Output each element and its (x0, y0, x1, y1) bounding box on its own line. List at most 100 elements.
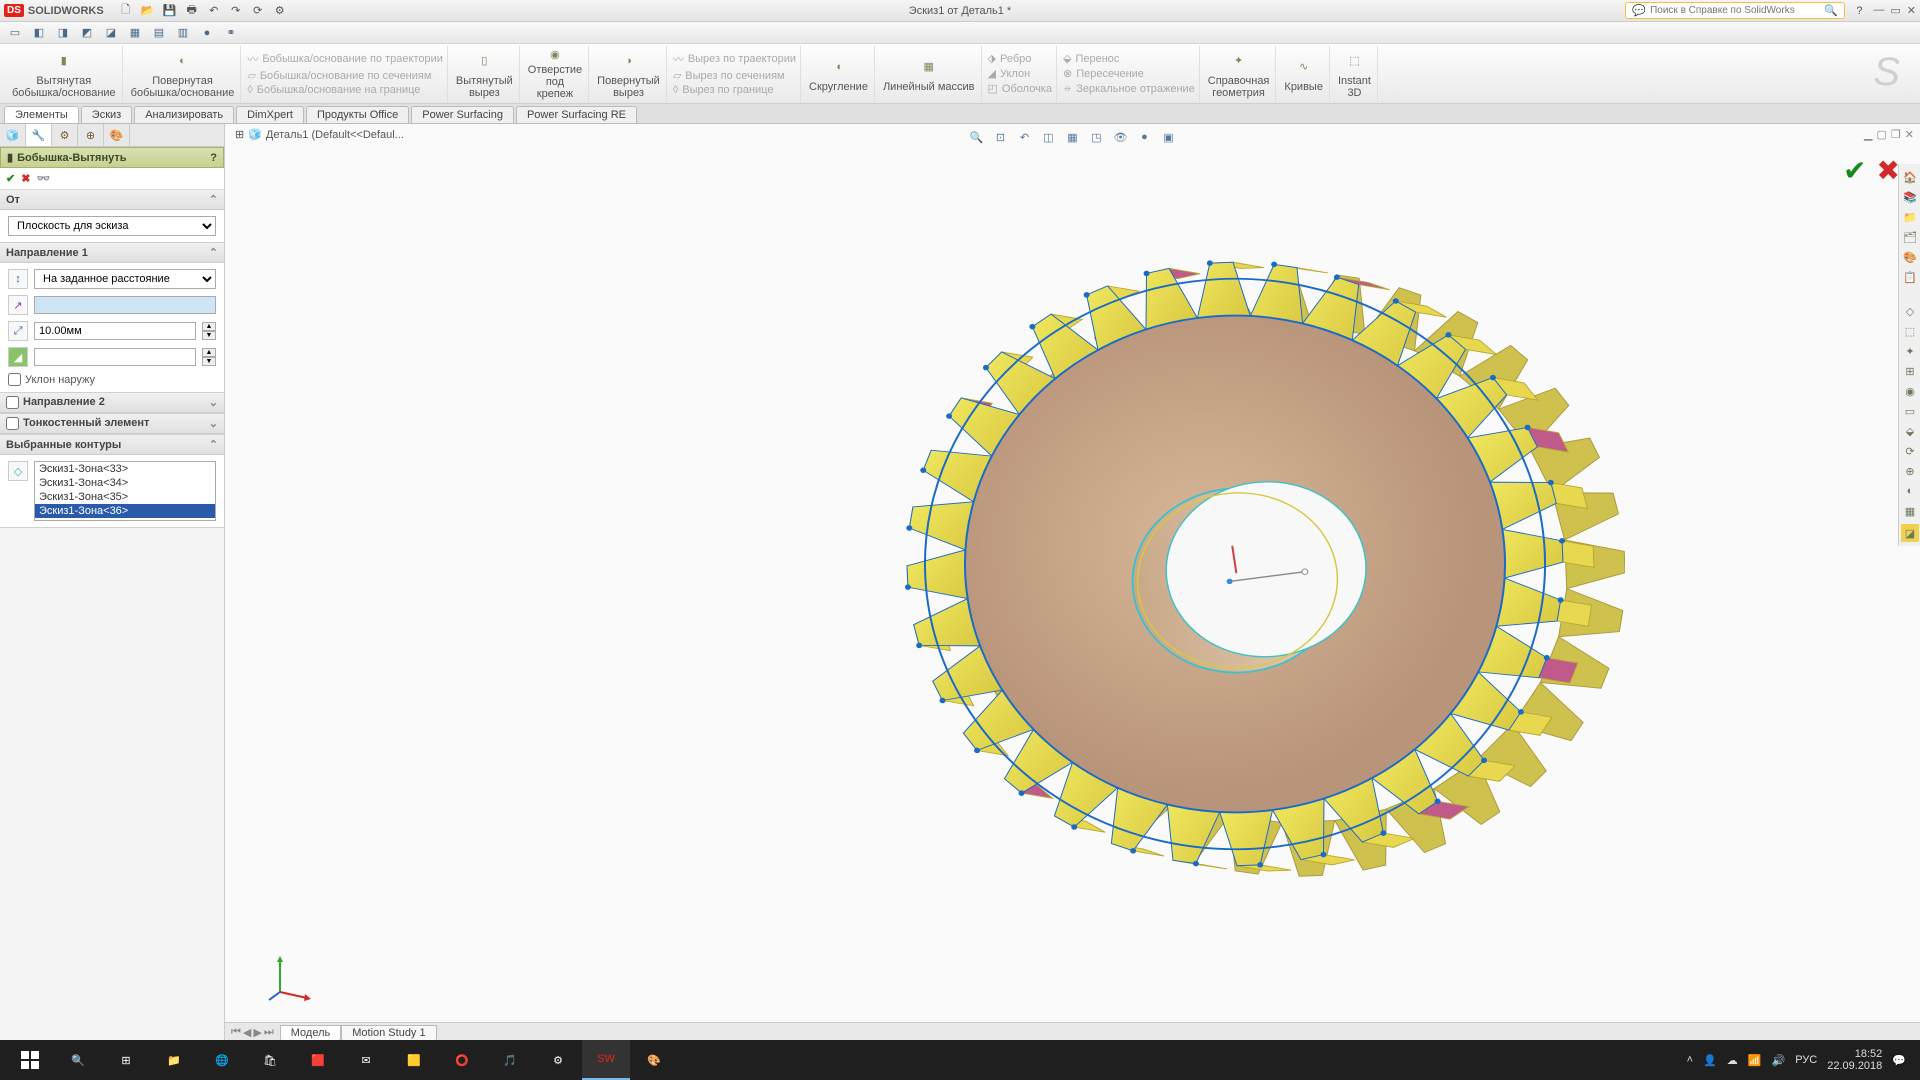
vp-restore-icon[interactable]: ❐ (1891, 128, 1901, 141)
boundary-button[interactable]: ◊Бобышка/основание на границе (247, 83, 420, 97)
save-icon[interactable]: 💾 (160, 2, 180, 20)
prev-icon[interactable]: ◀ (243, 1026, 251, 1039)
tab-office[interactable]: Продукты Office (306, 106, 409, 123)
feature-tree-tab[interactable]: 🧊 (0, 124, 26, 146)
appearance-icon[interactable]: ● (1135, 128, 1155, 146)
wifi-icon[interactable]: 📶 (1748, 1054, 1762, 1067)
tool7-icon[interactable]: ⬙ (1901, 422, 1919, 440)
edge-icon[interactable]: 🌐 (198, 1040, 246, 1080)
rebuild-icon[interactable]: ⟳ (248, 2, 268, 20)
next-icon[interactable]: ▶ (253, 1026, 261, 1039)
cube4-icon[interactable]: ◪ (102, 24, 120, 42)
view-palette-icon[interactable]: 🗂 (1901, 228, 1919, 246)
pattern-button[interactable]: ▦ Линейный массив (877, 46, 982, 102)
list-item[interactable]: Эскиз1-Зона<34> (35, 476, 215, 490)
appearance-tab[interactable]: 🎨 (104, 124, 130, 146)
help-search[interactable]: 💬 🔍 (1625, 2, 1845, 19)
explorer-icon[interactable]: 📁 (150, 1040, 198, 1080)
depth-input[interactable] (34, 322, 196, 340)
itunes-icon[interactable]: 🎵 (486, 1040, 534, 1080)
rib-button[interactable]: ⬗Ребро (988, 51, 1032, 66)
wrap-button[interactable]: ⬙Перенос (1063, 51, 1119, 66)
fillet-button[interactable]: ◖ Скругление (803, 46, 875, 102)
last-icon[interactable]: ⏭ (264, 1026, 274, 1039)
cube2-icon[interactable]: ◨ (54, 24, 72, 42)
tool3-icon[interactable]: ✦ (1901, 342, 1919, 360)
yandex2-icon[interactable]: 🟨 (390, 1040, 438, 1080)
curves-button[interactable]: ∿ Кривые (1278, 46, 1330, 102)
tool6-icon[interactable]: ▭ (1901, 402, 1919, 420)
cut-extrude-button[interactable]: ▯ Вытянутый вырез (450, 46, 520, 102)
new-icon[interactable]: 🗋 (116, 2, 136, 20)
cube7-icon[interactable]: ▥ (174, 24, 192, 42)
tool2-icon[interactable]: ⬚ (1901, 322, 1919, 340)
instant3d-button[interactable]: ⬚ Instant 3D (1332, 46, 1378, 102)
tab-model[interactable]: Модель (280, 1025, 341, 1041)
list-item[interactable]: Эскиз1-Зона<36> (35, 504, 215, 518)
draft-outward-check[interactable]: Уклон наружу (8, 373, 216, 386)
print-icon[interactable]: 🖶 (182, 2, 202, 20)
cut-loft-button[interactable]: ▱Вырез по сечениям (673, 68, 785, 83)
tool-last-icon[interactable]: ◪ (1901, 524, 1919, 542)
file-explorer-icon[interactable]: 📁 (1901, 208, 1919, 226)
config-tab[interactable]: ⚙ (52, 124, 78, 146)
lang-indicator[interactable]: РУС (1795, 1054, 1817, 1066)
tool10-icon[interactable]: ◐ (1901, 482, 1919, 500)
restore-icon[interactable]: ▭ (1890, 4, 1900, 17)
section-direction1[interactable]: Направление 1⌃ (0, 243, 224, 263)
cube1-icon[interactable]: ◧ (30, 24, 48, 42)
tray-chevron-icon[interactable]: ˄ (1687, 1054, 1693, 1066)
tool11-icon[interactable]: ▦ (1901, 502, 1919, 520)
tab-dimxpert[interactable]: DimXpert (236, 106, 304, 123)
dimxpert-tab[interactable]: ⊕ (78, 124, 104, 146)
chrome-icon[interactable]: ⭕ (438, 1040, 486, 1080)
paint-icon[interactable]: 🎨 (630, 1040, 678, 1080)
cut-revolve-button[interactable]: ◑ Повернутый вырез (591, 46, 667, 102)
people-icon[interactable]: 👤 (1703, 1054, 1717, 1067)
search-taskbar-icon[interactable]: 🔍 (54, 1040, 102, 1080)
taskview-icon[interactable]: ⊞ (102, 1040, 150, 1080)
search-icon[interactable]: 🔍 (1824, 4, 1838, 17)
zoom-fit-icon[interactable]: 🔍 (967, 128, 987, 146)
zoom-area-icon[interactable]: ⊡ (991, 128, 1011, 146)
store-icon[interactable]: 🛍 (246, 1040, 294, 1080)
close-icon[interactable]: ✕ (1907, 4, 1916, 17)
tool8-icon[interactable]: ⟳ (1901, 442, 1919, 460)
list-item[interactable]: Эскиз1-Зона<35> (35, 490, 215, 504)
volume-icon[interactable]: 🔊 (1772, 1054, 1786, 1067)
section-contours[interactable]: Выбранные контуры⌃ (0, 435, 224, 455)
help-icon[interactable]: ? (1849, 2, 1869, 20)
start-button[interactable] (6, 1040, 54, 1080)
first-icon[interactable]: ⏮ (231, 1026, 241, 1039)
orientation-triad[interactable] (265, 952, 315, 1002)
tool4-icon[interactable]: ⊞ (1901, 362, 1919, 380)
cube3-icon[interactable]: ◩ (78, 24, 96, 42)
cancel-button[interactable]: ✖ (21, 172, 30, 185)
clock[interactable]: 18:5222.09.2018 (1827, 1048, 1882, 1072)
tab-powersurfacing[interactable]: Power Surfacing (411, 106, 514, 123)
depth-spinner[interactable]: ▲▼ (202, 322, 216, 340)
graphics-viewport[interactable]: ⊞ 🧊 Деталь1 (Default<<Defaul... 🔍 ⊡ ↶ ◫ … (225, 124, 1920, 1042)
prev-view-icon[interactable]: ↶ (1015, 128, 1035, 146)
cube6-icon[interactable]: ▤ (150, 24, 168, 42)
from-select[interactable]: Плоскость для эскиза (8, 216, 216, 236)
settings-icon[interactable]: ⚙ (534, 1040, 582, 1080)
minimize-icon[interactable]: — (1873, 4, 1884, 17)
hide-show-icon[interactable]: 👁 (1111, 128, 1131, 146)
hole-wizard-button[interactable]: ◉ Отверстие под крепеж (522, 46, 589, 102)
scene-icon[interactable]: ▣ (1159, 128, 1179, 146)
options-icon[interactable]: ⚙ (270, 2, 290, 20)
vp-max-icon[interactable]: ▢ (1877, 128, 1887, 141)
vp-min-icon[interactable]: ▁ (1864, 128, 1872, 141)
reverse-direction-icon[interactable]: ↕ (8, 269, 28, 289)
cut-boundary-button[interactable]: ◊Вырез по границе (673, 83, 774, 97)
section-view-icon[interactable]: ◫ (1039, 128, 1059, 146)
yandex-icon[interactable]: 🟥 (294, 1040, 342, 1080)
tab-sketch[interactable]: Эскиз (81, 106, 132, 123)
mail-icon[interactable]: ✉ (342, 1040, 390, 1080)
design-library-icon[interactable]: 📚 (1901, 188, 1919, 206)
section-from[interactable]: От⌃ (0, 190, 224, 210)
undo-icon[interactable]: ↶ (204, 2, 224, 20)
tool5-icon[interactable]: ◉ (1901, 382, 1919, 400)
notifications-icon[interactable]: 💬 (1892, 1054, 1906, 1067)
